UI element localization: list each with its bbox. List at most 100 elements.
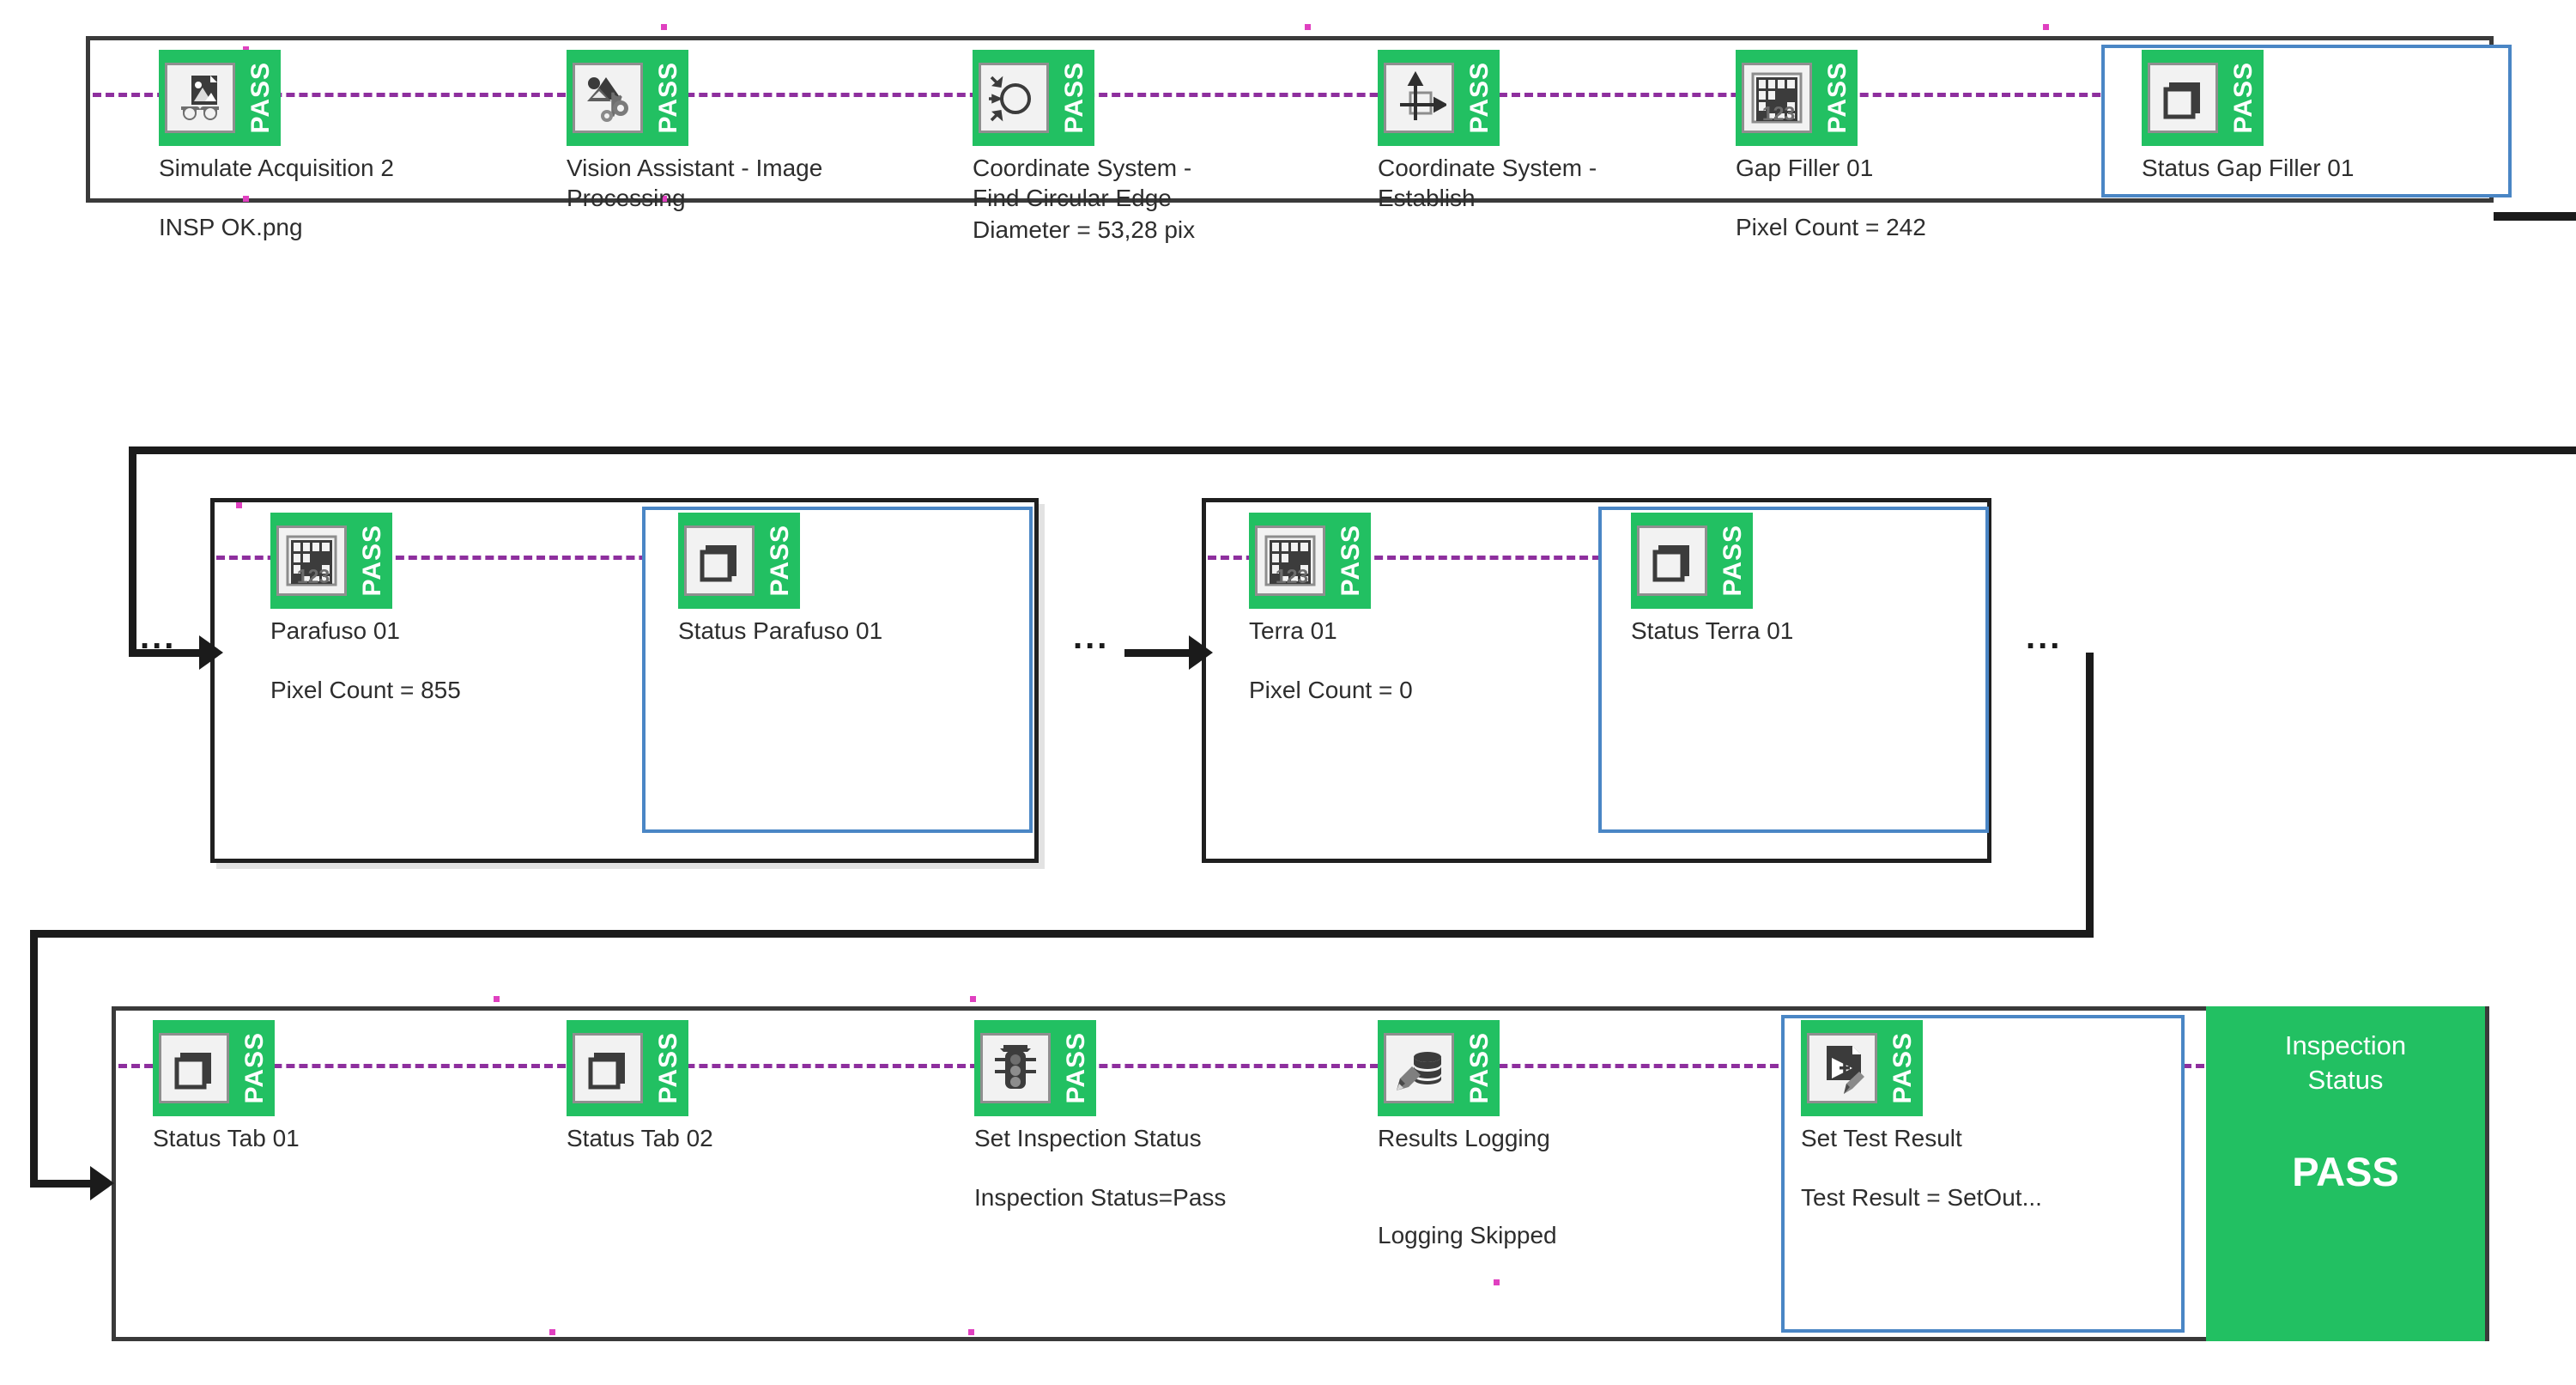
step-label: Results Logging (1378, 1125, 1550, 1151)
pass-badge: PASS (649, 1020, 688, 1116)
image-inspect-glasses-icon (165, 63, 235, 133)
node-icon-group[interactable]: 123 PASS (270, 513, 392, 609)
node-icon-group[interactable]: PASS (678, 513, 800, 609)
step-coordinate-system-establish[interactable]: PASS Coordinate System - Establish (1378, 50, 1597, 242)
connector-between-groups (1124, 649, 1193, 657)
step-coordinate-system-find-circular-edge[interactable]: PASS Coordinate System - Find Circular E… (973, 50, 1195, 245)
icon-background: 123 (270, 513, 353, 609)
icon-background (974, 1020, 1057, 1116)
step-set-test-result[interactable]: PASS Set Test Result Test Result = SetOu… (1801, 1020, 2042, 1212)
step-detail: Pixel Count = 0 (1249, 677, 1413, 703)
canvas-tick (661, 24, 667, 30)
pass-badge-text: PASS (654, 1032, 682, 1104)
step-label: Vision Assistant - Image Processing (567, 155, 823, 211)
pass-badge: PASS (1057, 1020, 1096, 1116)
pass-badge: PASS (353, 513, 392, 609)
step-status-terra-01[interactable]: PASS Status Terra 01 (1631, 513, 1793, 675)
connector-row3-left-down (30, 930, 38, 1183)
pass-badge-text: PASS (766, 525, 794, 597)
node-icon-group[interactable]: PASS (2142, 50, 2264, 146)
step-detail: Test Result = SetOut... (1801, 1184, 2042, 1211)
connector-row1-to-row2-top (129, 446, 2576, 454)
step-label: Status Tab 02 (567, 1125, 713, 1151)
connector-row1-bridge (2494, 213, 2576, 221)
ellipsis-after-terra: ... (2026, 618, 2063, 656)
image-processing-gears-icon (573, 63, 643, 133)
step-detail: Inspection Status=Pass (974, 1184, 1227, 1211)
pass-badge: PASS (1331, 513, 1371, 609)
step-parafuso-01[interactable]: 123 PASS Parafuso 01 Pixel Count = 855 (270, 513, 461, 705)
step-status-gap-filler-01[interactable]: PASS Status Gap Filler 01 (2142, 50, 2354, 212)
node-icon-group[interactable]: PASS (1378, 50, 1500, 146)
node-icon-group[interactable]: PASS (567, 1020, 688, 1116)
node-icon-group[interactable]: PASS (974, 1020, 1096, 1116)
step-gap-filler-01[interactable]: 123 PASS Gap Filler 01 Pixel Count = 242 (1736, 50, 1926, 242)
find-circular-edge-icon (979, 63, 1049, 133)
step-label: Set Inspection Status (974, 1125, 1202, 1151)
step-status-tab-02[interactable]: PASS Status Tab 02 (567, 1020, 713, 1182)
step-set-inspection-status[interactable]: PASS Set Inspection Status Inspection St… (974, 1020, 1226, 1212)
pass-badge-text: PASS (1888, 1032, 1917, 1104)
icon-background (678, 513, 761, 609)
step-label: Status Parafuso 01 (678, 617, 883, 644)
pass-badge-text: PASS (1336, 525, 1365, 597)
inspection-status-title: Inspection Status (2284, 1030, 2407, 1096)
icon-background (567, 1020, 649, 1116)
pass-badge-text: PASS (1060, 62, 1088, 134)
step-results-logging[interactable]: PASS Results Logging Logging Skipped (1378, 1020, 1557, 1250)
node-icon-group[interactable]: PASS (1801, 1020, 1923, 1116)
pass-badge-text: PASS (246, 62, 275, 134)
canvas-tick (549, 1329, 555, 1335)
canvas-tick (236, 502, 242, 508)
pass-badge: PASS (1818, 50, 1858, 146)
pass-badge: PASS (1460, 50, 1500, 146)
test-result-document-icon (1807, 1033, 1877, 1103)
step-vision-assistant-image-processing[interactable]: PASS Vision Assistant - Image Processing (567, 50, 822, 242)
step-detail: INSP OK.png (159, 214, 303, 240)
node-icon-group[interactable]: PASS (153, 1020, 275, 1116)
status-squares-icon (1637, 525, 1707, 596)
step-label: Status Tab 01 (153, 1125, 300, 1151)
step-terra-01[interactable]: 123 PASS Terra 01 Pixel Count = 0 (1249, 513, 1413, 705)
step-label: Parafuso 01 (270, 617, 400, 644)
icon-background (567, 50, 649, 146)
pass-badge: PASS (1460, 1020, 1500, 1116)
node-icon-group[interactable]: 123 PASS (1736, 50, 1858, 146)
arrow-into-group-terra (1189, 635, 1213, 670)
traffic-light-icon (980, 1033, 1051, 1103)
flowchart-canvas: PASS Simulate Acquisition 2 INSP OK.png (0, 0, 2576, 1385)
canvas-tick (2043, 24, 2049, 30)
ellipsis-before-parafuso: ... (140, 618, 177, 656)
icon-background (973, 50, 1055, 146)
node-icon-group[interactable]: PASS (1378, 1020, 1500, 1116)
icon-background: 123 (1249, 513, 1331, 609)
node-icon-group[interactable]: PASS (1631, 513, 1753, 609)
node-icon-group[interactable]: 123 PASS (1249, 513, 1371, 609)
canvas-tick (968, 1329, 974, 1335)
step-status-tab-01[interactable]: PASS Status Tab 01 (153, 1020, 300, 1182)
node-icon-group[interactable]: PASS (973, 50, 1094, 146)
step-detail: Pixel Count = 855 (270, 677, 461, 703)
pass-badge: PASS (1055, 50, 1094, 146)
node-icon-group[interactable]: PASS (159, 50, 281, 146)
coordinate-axes-icon (1384, 63, 1454, 133)
step-label: Status Gap Filler 01 (2142, 155, 2355, 181)
node-icon-group[interactable]: PASS (567, 50, 688, 146)
connector-row2-to-row3 (30, 930, 2094, 938)
pass-badge-text: PASS (1718, 525, 1747, 597)
inspection-status-value: PASS (2292, 1148, 2399, 1194)
step-label: Coordinate System - Establish (1378, 155, 1597, 211)
canvas-tick (1305, 24, 1311, 30)
icon-background (1378, 1020, 1460, 1116)
arrow-into-group-parafuso (199, 635, 223, 670)
step-simulate-acquisition-2[interactable]: PASS Simulate Acquisition 2 INSP OK.png (159, 50, 394, 242)
step-label: Coordinate System - Find Circular Edge (973, 155, 1192, 211)
step-status-parafuso-01[interactable]: PASS Status Parafuso 01 (678, 513, 882, 675)
icon-background: 123 (1736, 50, 1818, 146)
step-label: Gap Filler 01 (1736, 155, 1874, 181)
pass-badge: PASS (241, 50, 281, 146)
canvas-tick (1494, 1279, 1500, 1285)
arrow-into-row3 (90, 1166, 114, 1200)
status-squares-icon (2148, 63, 2218, 133)
canvas-tick (970, 996, 976, 1002)
